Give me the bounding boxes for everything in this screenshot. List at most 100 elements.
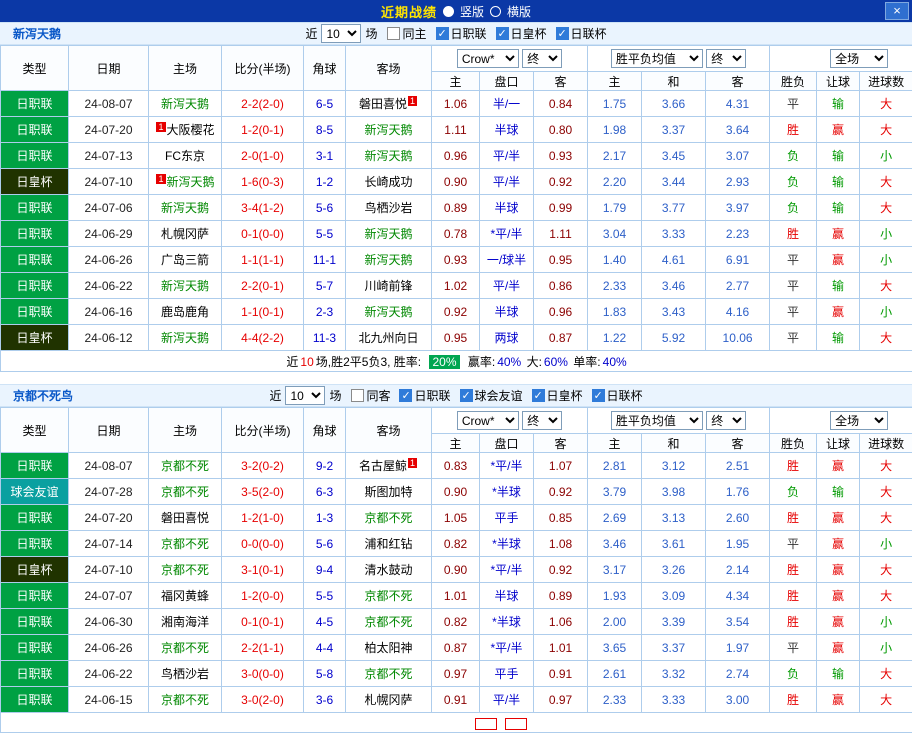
away-handicap-odds: 0.92 xyxy=(532,168,589,195)
match-row: 日皇杯 24-07-10 京都不死 3-1(0-1) 9-4 清水鼓动 0.90 *平/半 0.… xyxy=(0,556,912,583)
corners-score: 5-5 xyxy=(303,582,346,609)
col-score: 比分(半场) xyxy=(221,45,304,91)
filter-日联杯[interactable]: 日联杯 xyxy=(555,25,607,42)
team-name-link[interactable]: 新泻天鹅 xyxy=(13,25,61,42)
euro-home-odds: 1.93 xyxy=(587,582,643,609)
away-team-cell: 新泻天鹅 xyxy=(345,298,432,325)
odds-source-select[interactable]: Crow* xyxy=(456,411,519,430)
euro-source-select[interactable]: 胜平负均值 xyxy=(610,411,703,430)
match-date: 24-06-26 xyxy=(68,634,149,661)
checkbox-icon[interactable] xyxy=(351,389,365,402)
subject-team-name: 京都不死 xyxy=(364,511,413,525)
match-row: 日职联 24-07-20 磐田喜悦 1-2(1-0) 1-3 京都不死 1.05 平手 0.85… xyxy=(0,504,912,531)
summary-near: 近 xyxy=(286,354,299,369)
euro-draw-odds: 3.37 xyxy=(641,116,707,143)
match-score: 2-2(0-1) xyxy=(221,272,304,299)
filter-label: 日联杯 xyxy=(570,27,607,41)
checkbox-icon[interactable] xyxy=(555,27,569,40)
euro-draw-odds: 3.37 xyxy=(641,634,707,661)
euro-home-odds: 2.33 xyxy=(587,686,643,713)
result-cell: 平 xyxy=(769,246,818,273)
euro-home-odds: 3.65 xyxy=(587,634,643,661)
home-team-cell: 新泻天鹅 xyxy=(148,194,222,221)
handicap-line: 平/半 xyxy=(479,168,534,195)
league-badge: 日职联 xyxy=(0,660,69,687)
checkbox-icon[interactable] xyxy=(459,389,473,402)
euro-select-cell: 胜平负均值 终 xyxy=(587,407,771,434)
scope-select[interactable]: 全场 xyxy=(830,49,889,68)
odds-stage-select[interactable]: 终 xyxy=(522,49,563,68)
filter-label: 同主 xyxy=(402,27,427,41)
col-euro-draw: 和 xyxy=(641,71,707,91)
filter-日皇杯[interactable]: 日皇杯 xyxy=(495,25,547,42)
subject-team-name: 京都不死 xyxy=(160,693,209,707)
scope-select[interactable]: 全场 xyxy=(830,411,889,430)
subject-team-name: 京都不死 xyxy=(160,641,209,655)
portrait-radio-icon[interactable] xyxy=(442,5,454,17)
checkbox-icon[interactable] xyxy=(531,389,545,402)
handicap-result-cell: 赢 xyxy=(816,246,861,273)
euro-stage-select[interactable]: 终 xyxy=(706,49,747,68)
checkbox-icon[interactable] xyxy=(387,27,401,40)
corners-score: 1-3 xyxy=(303,504,346,531)
home-handicap-odds: 0.82 xyxy=(431,608,480,635)
col-corners: 角球 xyxy=(303,45,346,91)
home-handicap-odds: 0.89 xyxy=(431,194,480,221)
red-card-badge: 1 xyxy=(408,96,418,106)
filter-日职联[interactable]: 日职联 xyxy=(435,25,487,42)
close-icon[interactable]: × xyxy=(885,2,909,20)
match-date: 24-06-22 xyxy=(68,660,149,687)
home-team-cell: 京都不死 xyxy=(148,530,222,557)
match-count-select[interactable]: 10 xyxy=(321,24,362,43)
filter-日职联[interactable]: 日职联 xyxy=(399,387,451,404)
col-away: 客场 xyxy=(345,407,432,453)
corners-score: 6-5 xyxy=(303,90,346,117)
filter-日皇杯[interactable]: 日皇杯 xyxy=(531,387,583,404)
match-score: 3-2(0-2) xyxy=(221,452,304,479)
filter-日联杯[interactable]: 日联杯 xyxy=(591,387,643,404)
portrait-radio-label[interactable]: 竖版 xyxy=(460,3,484,20)
team-name-link[interactable]: 京都不死鸟 xyxy=(13,387,73,404)
corners-score: 9-2 xyxy=(303,452,346,479)
odds-source-select[interactable]: Crow* xyxy=(456,49,519,68)
home-team-cell: 新泻天鹅 xyxy=(148,90,222,117)
euro-source-select[interactable]: 胜平负均值 xyxy=(610,49,703,68)
col-away: 客场 xyxy=(345,45,432,91)
checkbox-icon[interactable] xyxy=(495,27,509,40)
euro-stage-select[interactable]: 终 xyxy=(706,411,747,430)
match-count-select[interactable]: 10 xyxy=(285,386,326,405)
home-handicap-odds: 0.78 xyxy=(431,220,480,247)
filter-同客[interactable]: 同客 xyxy=(351,387,390,404)
handicap-line: *半球 xyxy=(479,478,534,505)
checkbox-icon[interactable] xyxy=(435,27,449,40)
league-badge: 日职联 xyxy=(0,272,69,299)
col-euro-home: 主 xyxy=(587,71,643,91)
opponent-team-name: 磐田喜悦 xyxy=(160,511,209,525)
opponent-team-name: 长崎成功 xyxy=(364,175,413,189)
filter-同主[interactable]: 同主 xyxy=(387,25,427,42)
goals-result-cell: 大 xyxy=(859,116,912,143)
goals-result-cell: 小 xyxy=(859,634,912,661)
filter-label: 日皇杯 xyxy=(546,389,583,403)
filter-球会友谊[interactable]: 球会友谊 xyxy=(459,387,523,404)
landscape-radio-label[interactable]: 横版 xyxy=(507,3,531,20)
odds-stage-select[interactable]: 终 xyxy=(522,411,563,430)
subject-team-name: 京都不死 xyxy=(160,537,209,551)
goals-result-cell: 小 xyxy=(859,530,912,557)
result-cell: 胜 xyxy=(769,608,818,635)
landscape-radio-icon[interactable] xyxy=(490,5,501,17)
match-date: 24-06-16 xyxy=(68,298,149,325)
checkbox-icon[interactable] xyxy=(399,389,413,402)
handicap-line: *平/半 xyxy=(479,452,534,479)
red-card-badge: 1 xyxy=(156,174,166,184)
checkbox-icon[interactable] xyxy=(591,389,605,402)
matches-table-1: 类型 日期 主场 比分(半场) 角球 客场 Crow* 终 胜平负均值 终 全场… xyxy=(0,45,912,372)
handicap-result-cell: 输 xyxy=(816,142,861,169)
summary-winlabel: 赢率: xyxy=(467,354,496,369)
match-score: 1-6(0-3) xyxy=(221,168,304,195)
result-cell: 负 xyxy=(769,142,818,169)
corners-score: 4-4 xyxy=(303,634,346,661)
subject-team-name: 新泻天鹅 xyxy=(364,305,413,319)
handicap-result-cell: 输 xyxy=(816,478,861,505)
subject-team-name: 京都不死 xyxy=(364,615,413,629)
